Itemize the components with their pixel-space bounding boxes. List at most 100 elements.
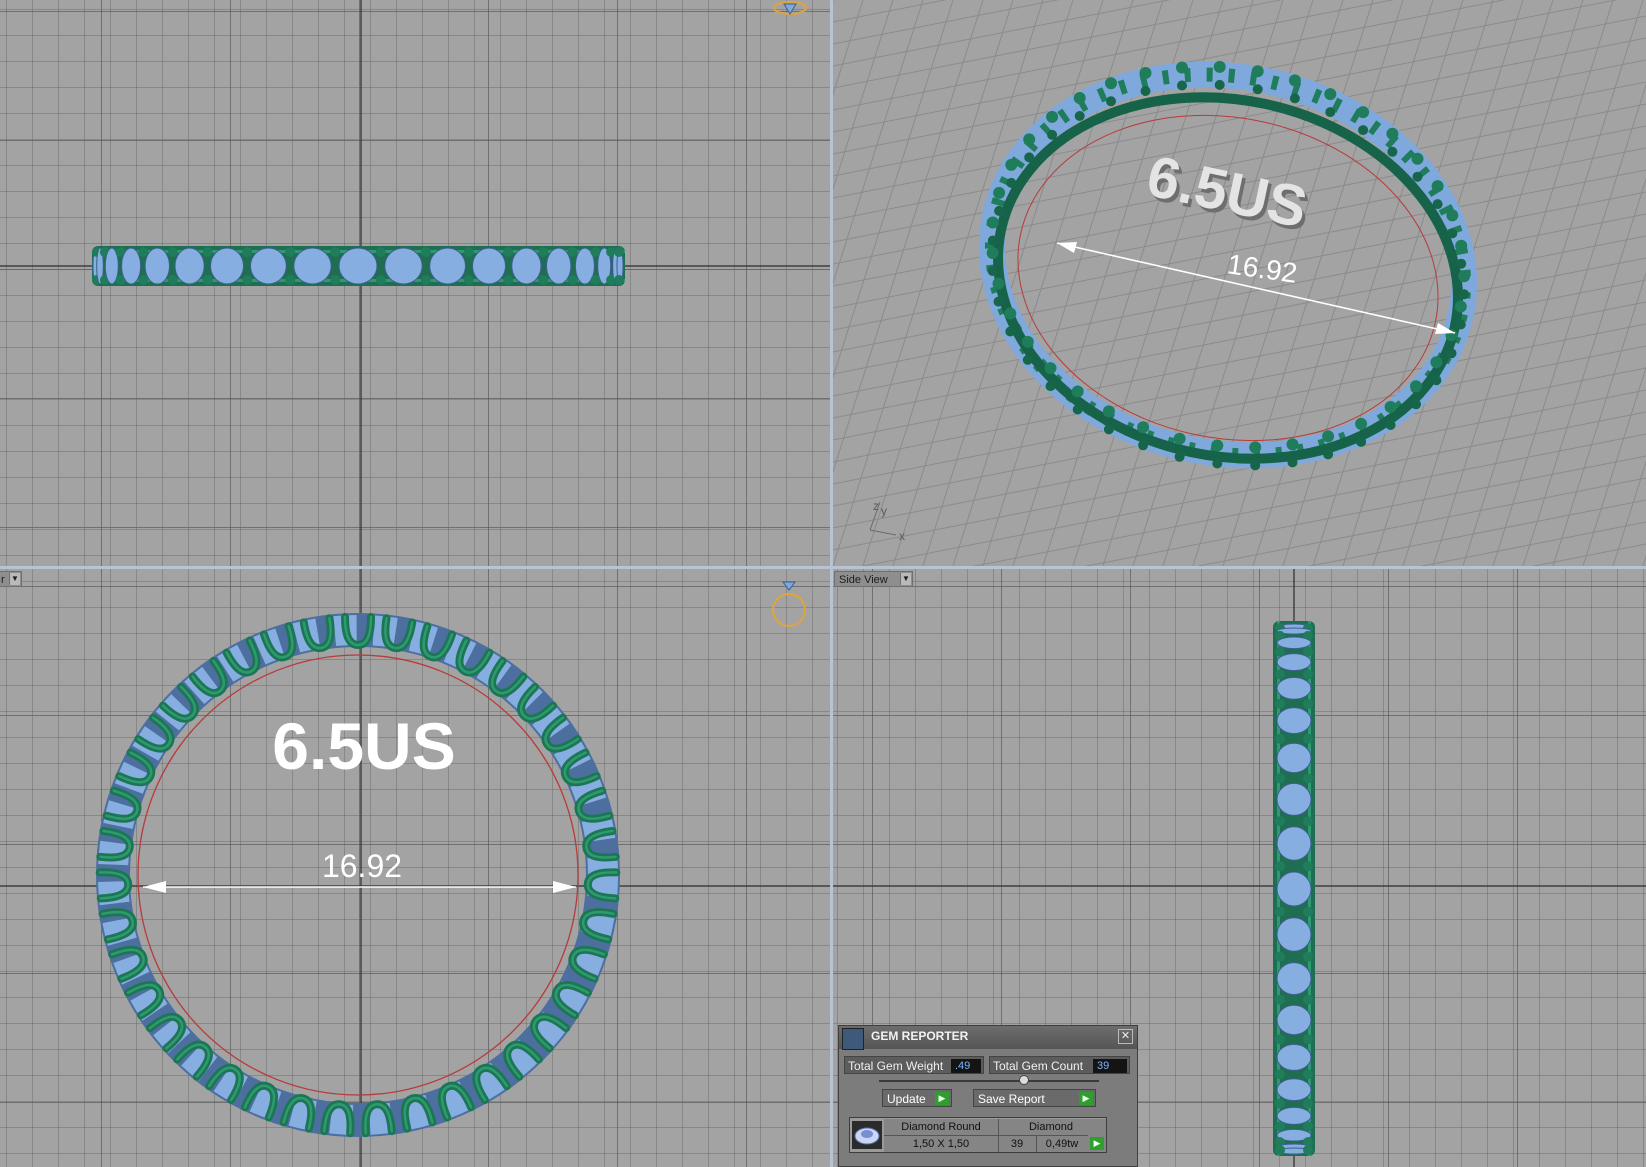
- prong: [285, 275, 296, 285]
- top-view-scene: [0, 0, 830, 566]
- prong: [167, 247, 178, 257]
- viewport-front[interactable]: 6.5US 16.92 r ▼: [0, 569, 830, 1167]
- prong: [242, 275, 253, 285]
- prong: [1005, 326, 1016, 337]
- gem-stone: [121, 247, 142, 285]
- chevron-down-icon[interactable]: ▼: [9, 573, 20, 585]
- prong: [1412, 171, 1423, 182]
- gem-reporter-icon: [842, 1028, 864, 1050]
- prong: [1102, 405, 1115, 418]
- prong: [1458, 270, 1471, 283]
- prong: [1325, 107, 1336, 118]
- persp-dimension-line: 16.92: [1056, 242, 1456, 334]
- update-button-label: Update: [887, 1092, 926, 1106]
- prong: [1455, 319, 1466, 330]
- prong: [463, 275, 474, 285]
- prong: [1137, 421, 1150, 434]
- prong: [567, 247, 578, 257]
- prong: [1303, 951, 1313, 962]
- prong: [1044, 362, 1057, 375]
- ring-top-view[interactable]: [92, 246, 625, 286]
- prong: [538, 275, 549, 285]
- gem-stone: [1276, 1004, 1312, 1036]
- gem-stone: [1276, 782, 1312, 816]
- close-icon[interactable]: ✕: [1118, 1029, 1133, 1044]
- prong: [986, 247, 999, 259]
- gem-table-row[interactable]: Diamond Round Diamond 1,50 X 1,50 39 0,4…: [884, 1119, 1106, 1152]
- persp-size-label: 6.5US 6.5US: [1141, 143, 1315, 244]
- gem-table: Diamond Round Diamond 1,50 X 1,50 39 0,4…: [849, 1117, 1107, 1153]
- prong: [1074, 111, 1085, 121]
- prong: [1303, 1121, 1313, 1132]
- prong: [1275, 773, 1285, 784]
- viewport-divider-vertical[interactable]: [830, 0, 833, 1167]
- prong: [1286, 438, 1299, 451]
- prong: [1211, 439, 1224, 452]
- prong: [1447, 228, 1458, 239]
- front-view-scene: 6.5US 16.92: [0, 569, 830, 1167]
- front-view-menu[interactable]: r ▼: [0, 571, 22, 587]
- update-button[interactable]: Update ▶: [882, 1089, 952, 1107]
- prong: [1303, 698, 1313, 709]
- gem-stone: [1276, 1078, 1312, 1102]
- prong: [1024, 152, 1035, 163]
- chevron-down-icon[interactable]: ▼: [900, 573, 911, 585]
- gem-stone: [1276, 871, 1312, 907]
- viewport-perspective[interactable]: 6.5US 6.5US 16.92 z y x: [833, 0, 1646, 566]
- prong: [993, 186, 1006, 199]
- gem-stone: [250, 247, 287, 285]
- prong: [1174, 451, 1185, 462]
- prong: [1356, 436, 1367, 447]
- prong: [994, 205, 1005, 216]
- prong: [242, 247, 253, 257]
- prong: [1005, 158, 1018, 171]
- camera-icon[interactable]: [772, 581, 806, 627]
- prong: [1322, 430, 1335, 443]
- prong: [1303, 1069, 1313, 1080]
- gem-stone: [293, 247, 332, 285]
- prong: [1455, 239, 1468, 252]
- gem-reporter-slider[interactable]: [879, 1075, 1099, 1085]
- prong: [1105, 77, 1117, 90]
- prong: [567, 275, 578, 285]
- prong: [1275, 1034, 1285, 1045]
- camera-icon[interactable]: [773, 1, 807, 15]
- play-icon: ▶: [1079, 1092, 1093, 1105]
- prong: [1411, 152, 1424, 165]
- front-dimension-line: 16.92: [143, 848, 576, 893]
- prong: [1387, 146, 1398, 157]
- diamond-round-icon: [852, 1121, 882, 1149]
- prong: [1139, 67, 1152, 79]
- play-icon[interactable]: ▶: [1090, 1137, 1104, 1150]
- ring-side-view[interactable]: [1273, 621, 1315, 1156]
- perspective-scene: 6.5US 6.5US 16.92 z y x: [833, 0, 1646, 566]
- total-gem-weight-field: Total Gem Weight .49: [844, 1056, 984, 1074]
- prong: [1214, 79, 1225, 90]
- svg-text:x: x: [899, 529, 905, 543]
- prong: [1275, 994, 1285, 1005]
- prong: [1275, 906, 1285, 917]
- prong: [538, 247, 549, 257]
- prong: [1275, 1121, 1285, 1132]
- save-report-button[interactable]: Save Report ▶: [973, 1089, 1096, 1107]
- viewport-top[interactable]: [0, 0, 830, 566]
- prong: [1176, 61, 1188, 74]
- prong: [167, 275, 178, 285]
- viewport-divider-horizontal[interactable]: [0, 566, 1646, 569]
- prong: [1411, 399, 1421, 410]
- slider-handle[interactable]: [1019, 1075, 1029, 1085]
- prong: [1006, 177, 1017, 188]
- prong: [375, 275, 386, 285]
- prong: [993, 296, 1004, 307]
- gem-material-cell: Diamond: [1028, 1121, 1074, 1133]
- gem-reporter-panel: GEM REPORTER ✕ Total Gem Weight .49 Tota…: [838, 1025, 1138, 1167]
- gem-reporter-titlebar[interactable]: GEM REPORTER ✕: [839, 1026, 1137, 1050]
- gem-count-cell: 39: [998, 1135, 1037, 1152]
- front-size-label: 6.5US: [272, 709, 455, 783]
- prong: [1323, 449, 1334, 460]
- prong: [986, 216, 999, 229]
- gem-stone: [1276, 636, 1312, 650]
- prong: [1106, 96, 1116, 107]
- side-view-menu[interactable]: Side View ▼: [834, 571, 913, 587]
- prong: [1303, 773, 1313, 784]
